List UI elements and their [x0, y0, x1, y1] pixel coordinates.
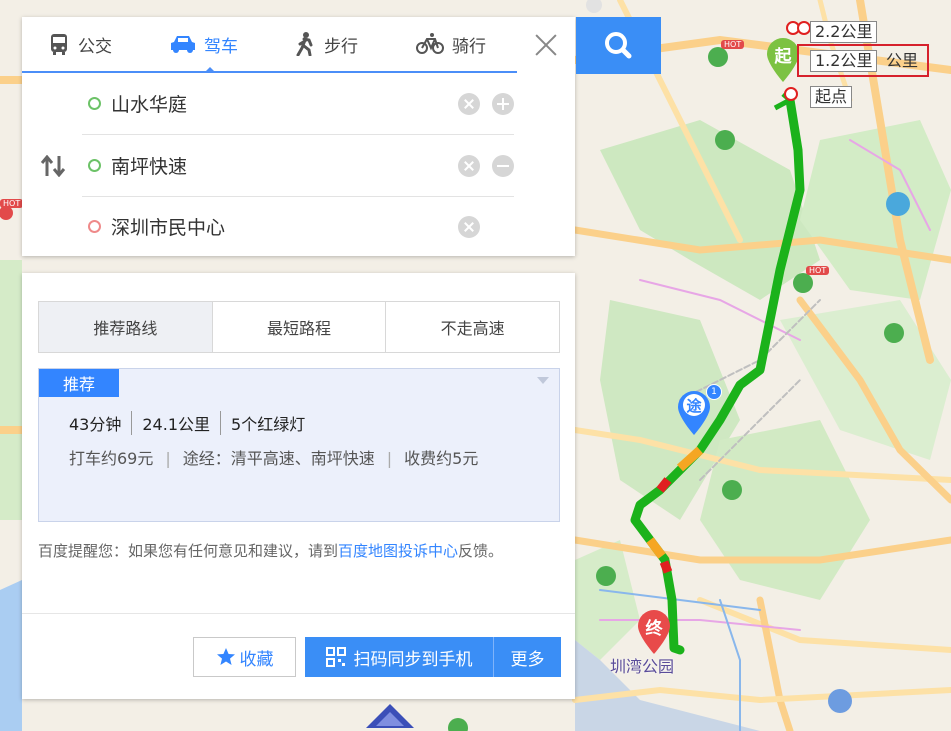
tab-bike-label: 骑行 [452, 36, 486, 57]
hot-badge: HOT [806, 266, 830, 275]
via-badge: 1 [706, 384, 722, 400]
add-waypoint-button[interactable] [492, 92, 514, 115]
recommended-route-card[interactable]: 推荐 43分钟 24.1公里 5个红绿灯 打车约69元 | 途经：清平高速、南坪快速… [38, 368, 560, 522]
via-marker[interactable]: 途 1 [676, 384, 722, 437]
tab-transit-label: 公交 [78, 36, 112, 57]
walk-icon [296, 32, 313, 56]
route-option-tabs: 推荐路线 最短路程 不走高速 [38, 301, 560, 353]
clear-via-button[interactable] [458, 154, 480, 177]
end-dot-icon [88, 220, 101, 233]
recommended-tag: 推荐 [39, 369, 119, 397]
via-input[interactable]: 南坪快速 [111, 152, 446, 179]
tab-transit[interactable]: 公交 [48, 17, 112, 71]
start-dot-icon [88, 97, 101, 110]
end-marker-label: 终 [645, 619, 663, 639]
start-marker[interactable]: 起 [765, 36, 801, 84]
route-summary: 43分钟 24.1公里 5个红绿灯 [69, 411, 315, 435]
start-input[interactable]: 山水华庭 [111, 90, 446, 117]
qr-code-icon [325, 647, 346, 667]
route-result-panel: 推荐路线 最短路程 不走高速 推荐 43分钟 24.1公里 5个红绿灯 打车约6… [22, 273, 575, 699]
star-icon [216, 648, 235, 665]
expand-caret-icon[interactable] [537, 377, 549, 384]
end-marker[interactable]: 终 [636, 608, 672, 656]
sync-label: 扫码同步到手机 [353, 649, 473, 670]
favorite-label: 收藏 [239, 649, 274, 670]
tab-drive[interactable]: 驾车 [170, 17, 238, 73]
tab-drive-label: 驾车 [204, 36, 238, 57]
tab-walk[interactable]: 步行 [294, 17, 358, 71]
tab-recommended-route[interactable]: 推荐路线 [39, 302, 213, 352]
clear-start-button[interactable] [458, 92, 480, 115]
highlight-box [797, 44, 929, 77]
car-icon [171, 36, 195, 53]
via-waypoint-row[interactable]: 南坪快速 [82, 135, 514, 197]
start-waypoint-row[interactable]: 山水华庭 [82, 73, 514, 135]
tab-shortest-route[interactable]: 最短路程 [213, 302, 387, 352]
via-dot-icon [88, 159, 101, 172]
route-duration: 43分钟 [69, 411, 133, 435]
route-via-roads: 途经：清平高速、南坪快速 [182, 449, 375, 468]
tab-no-highway[interactable]: 不走高速 [386, 302, 559, 352]
search-icon [605, 32, 632, 59]
route-distance: 24.1公里 [132, 411, 222, 435]
nav-arrow-icon [366, 704, 414, 728]
bus-icon [51, 34, 67, 55]
via-marker-label: 途 [686, 397, 702, 415]
sync-to-phone-button[interactable]: 扫码同步到手机 [305, 637, 493, 677]
bike-icon [416, 33, 444, 54]
route-traffic-lights: 5个红绿灯 [231, 415, 306, 434]
taxi-fare: 打车约69元 [69, 449, 154, 468]
notice-text: 百度提醒您：如果您有任何意见和建议，请到 [38, 542, 339, 560]
distance-label-2-2: 2.2公里 [810, 21, 878, 43]
hot-badge: HOT [721, 40, 745, 49]
route-search-panel: 公交 驾车 步行 骑行 山水华庭 南坪快速 深圳市民中心 [22, 17, 575, 256]
start-marker-label: 起 [774, 47, 792, 67]
tab-walk-label: 步行 [324, 36, 358, 57]
travel-mode-tabs: 公交 驾车 步行 骑行 [22, 17, 517, 73]
remove-waypoint-button[interactable] [492, 154, 514, 177]
place-label: 圳湾公园 [610, 657, 675, 676]
notice-suffix: 反馈。 [458, 542, 504, 560]
swap-icon[interactable] [40, 155, 66, 177]
ring-marker [784, 87, 798, 101]
divider [22, 613, 575, 614]
feedback-notice: 百度提醒您：如果您有任何意见和建议，请到百度地图投诉中心反馈。 [38, 537, 563, 565]
end-waypoint-row[interactable]: 深圳市民中心 [82, 196, 514, 257]
search-button[interactable] [576, 17, 661, 74]
clear-end-button[interactable] [458, 215, 480, 238]
hot-badge: HOT [0, 199, 24, 208]
more-button[interactable]: 更多 [493, 637, 561, 677]
start-point-label: 起点 [810, 86, 853, 108]
route-details: 打车约69元 | 途经：清平高速、南坪快速 | 收费约5元 [69, 449, 479, 468]
close-button[interactable] [532, 31, 560, 59]
end-input[interactable]: 深圳市民中心 [111, 213, 446, 240]
favorite-button[interactable]: 收藏 [193, 637, 296, 677]
tab-bike[interactable]: 骑行 [416, 17, 486, 71]
complaint-center-link[interactable]: 百度地图投诉中心 [338, 542, 458, 560]
ring-marker [797, 21, 811, 35]
toll-fee: 收费约5元 [404, 449, 479, 468]
